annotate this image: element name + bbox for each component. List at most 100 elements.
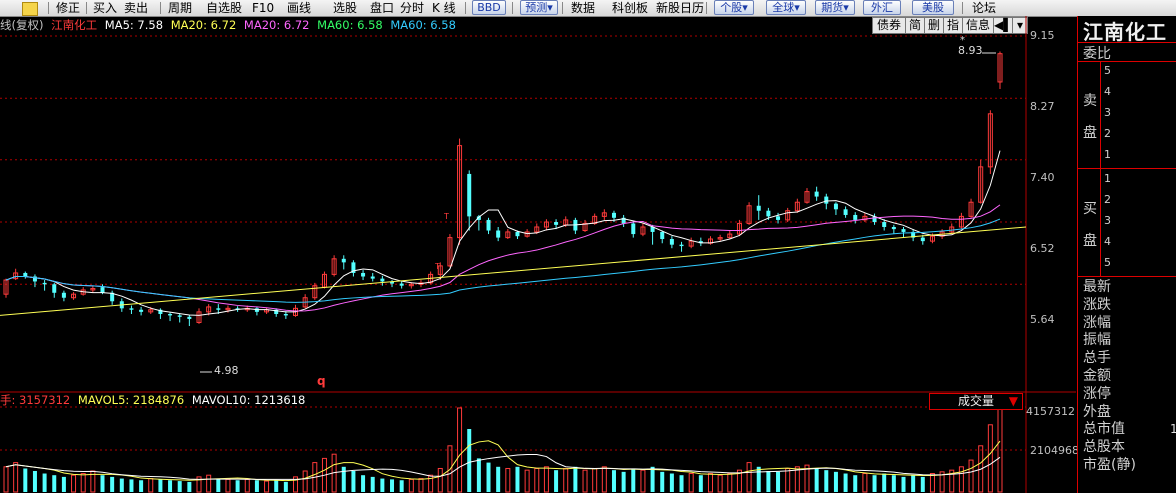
- toolbar-button[interactable]: 外汇: [863, 0, 901, 15]
- toolbar-item[interactable]: K 线: [432, 0, 456, 16]
- volume-bar: [408, 478, 414, 493]
- volume-bar: [833, 471, 838, 492]
- volume-bar: [23, 468, 28, 492]
- candle-body: [486, 219, 491, 231]
- volume-bar: [717, 474, 723, 493]
- toolbar-item[interactable]: 盘口: [370, 0, 394, 16]
- sell-level: 4: [1104, 85, 1111, 98]
- candle-body: [42, 282, 47, 285]
- toolbar-button[interactable]: 美股: [912, 0, 954, 15]
- trend-line: [0, 226, 1027, 316]
- candle-body: [833, 203, 838, 210]
- toolbar-item[interactable]: 新股日历: [656, 0, 704, 16]
- volume-bar: [158, 479, 163, 492]
- candle-body: [139, 309, 144, 312]
- ma20-line: [5, 204, 1001, 312]
- back-arrow-icon[interactable]: [22, 2, 38, 16]
- indicator-select-label: 成交量: [957, 394, 994, 408]
- candle-body: [891, 226, 896, 230]
- volume-bar: [968, 459, 974, 493]
- buy-level: 4: [1104, 235, 1111, 248]
- volume-bar: [467, 429, 472, 492]
- toolbar-item[interactable]: 周期: [168, 0, 192, 16]
- toolbar-item[interactable]: 自选股: [206, 0, 242, 16]
- volume-bar: [843, 473, 848, 492]
- volume-bar: [380, 478, 385, 492]
- volume-bar: [853, 475, 858, 492]
- toolbar-button[interactable]: 期货▾: [815, 0, 855, 15]
- volume-bar: [505, 467, 511, 493]
- toolbar-item[interactable]: 数据: [571, 0, 595, 16]
- candle-body: [467, 173, 472, 217]
- marker-t2: T: [444, 212, 449, 221]
- volume-bar: [235, 480, 240, 492]
- volume-bar: [52, 475, 57, 492]
- candle-body: [756, 205, 761, 211]
- volume-bar: [756, 466, 761, 492]
- sell-level: 3: [1104, 106, 1111, 119]
- kline-chart[interactable]: [0, 16, 1076, 493]
- volume-bar: [543, 466, 549, 493]
- candle-body: [61, 292, 66, 298]
- toolbar-button[interactable]: BBD: [472, 0, 506, 15]
- sell-level: 5: [1104, 64, 1111, 77]
- volume-bar: [891, 475, 896, 492]
- volume-bar: [13, 462, 19, 493]
- candle-body: [824, 196, 829, 204]
- candle-body: [611, 212, 616, 218]
- volume-bar: [177, 481, 182, 492]
- indicator-select[interactable]: 成交量 ▼: [929, 393, 1023, 410]
- candle-body: [814, 191, 819, 197]
- volume-bar: [534, 467, 540, 493]
- toolbar-item[interactable]: 卖出: [124, 0, 148, 16]
- toolbar-item[interactable]: 选股: [333, 0, 357, 16]
- volume-bar: [225, 478, 231, 493]
- volume-bar: [206, 474, 212, 493]
- volume-bar: [862, 473, 868, 493]
- volume-bar: [274, 480, 279, 492]
- volume-bar: [351, 471, 356, 492]
- toolbar-button[interactable]: 预测▾: [520, 0, 558, 15]
- price-label-4: 6.52: [1030, 242, 1055, 255]
- buy-label-1: 买: [1083, 201, 1097, 217]
- volume-bar: [496, 466, 501, 492]
- volume-bar: [776, 471, 781, 492]
- volume-bar: [187, 481, 192, 492]
- candle-body: [341, 258, 346, 263]
- toolbar-item[interactable]: 论坛: [972, 0, 996, 16]
- volume-bar: [254, 480, 259, 492]
- volume-bar: [601, 466, 607, 493]
- toolbar-item[interactable]: 修正: [56, 0, 80, 16]
- volume-bar: [129, 479, 134, 492]
- volume-bar: [168, 480, 173, 492]
- candle-body: [216, 308, 221, 310]
- volume-bar: [573, 466, 578, 492]
- volume-bar: [640, 469, 646, 493]
- volume-bar: [216, 478, 221, 492]
- volume-bar: [688, 473, 694, 493]
- volume-bar: [920, 476, 925, 492]
- candle-body: [187, 316, 192, 319]
- toolbar-button[interactable]: 全球▾: [766, 0, 806, 15]
- volume-bar: [148, 478, 154, 493]
- toolbar-item[interactable]: 买入: [93, 0, 117, 16]
- candle-body: [920, 237, 925, 242]
- candle-body: [129, 308, 134, 310]
- toolbar-item[interactable]: 科创板: [612, 0, 648, 16]
- toolbar-item[interactable]: 分时: [400, 0, 424, 16]
- toolbar-button[interactable]: 个股▾: [714, 0, 754, 15]
- candle-body: [361, 272, 366, 277]
- volume-bar: [71, 474, 77, 493]
- candle-body: [515, 231, 520, 237]
- candle-body: [100, 287, 105, 293]
- volume-bar: [139, 480, 144, 492]
- marker-t1: T: [435, 262, 440, 271]
- chevron-down-icon: ▼: [1008, 394, 1018, 408]
- toolbar-item[interactable]: F10: [252, 0, 274, 16]
- volume-bar: [418, 478, 424, 493]
- volume-bar: [283, 481, 288, 492]
- toolbar-item[interactable]: 画线: [287, 0, 311, 16]
- volume-axis-1: 4157312: [1026, 405, 1075, 418]
- volume-bar: [244, 478, 250, 493]
- weibi-label: 委比: [1083, 46, 1111, 62]
